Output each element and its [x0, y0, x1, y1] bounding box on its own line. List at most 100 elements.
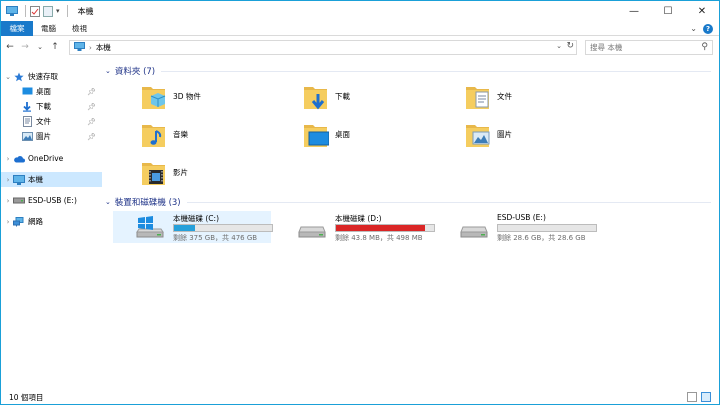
windows-drive-icon — [135, 215, 165, 239]
drive-free-space: 剩餘 28.6 GB，共 28.6 GB — [497, 233, 586, 242]
address-dropdown-icon[interactable]: ⌄ — [556, 42, 562, 50]
search-input[interactable]: 搜尋 本機 ⚲ — [585, 40, 713, 55]
pictures-icon — [21, 131, 33, 143]
folder-name: 3D 物件 — [173, 91, 201, 101]
recent-locations-button[interactable]: ⌄ — [34, 40, 46, 54]
refresh-icon[interactable]: ↻ — [566, 41, 574, 51]
drive-free-space: 剩餘 43.8 MB，共 498 MB — [335, 233, 423, 242]
ribbon-expand-icon[interactable]: ⌄ — [690, 24, 697, 33]
address-row: ← → ⌄ ↑ › 本機 ⌄ ↻ 搜尋 本機 ⚲ — [1, 37, 719, 57]
drive-name: 本機磁碟 (C:) — [173, 213, 219, 223]
music-icon — [141, 120, 167, 148]
folder-3d-objects[interactable]: 3D 物件 — [105, 79, 255, 113]
search-placeholder: 搜尋 本機 — [590, 43, 623, 52]
tab-computer[interactable]: 電腦 — [33, 21, 64, 36]
collapse-icon[interactable]: ⌄ — [105, 67, 111, 75]
network-icon — [13, 216, 25, 228]
customize-toolbar-icon[interactable]: ▾ — [56, 7, 60, 15]
toolbar-divider — [25, 5, 26, 17]
drive-d[interactable]: 本機磁碟 (D:) 剩餘 43.8 MB，共 498 MB — [275, 211, 435, 243]
folder-name: 文件 — [497, 91, 512, 101]
expand-icon[interactable]: ⌄ — [3, 73, 13, 81]
up-button[interactable]: ↑ — [49, 40, 61, 54]
properties-icon[interactable] — [30, 5, 40, 17]
expand-icon[interactable]: › — [3, 155, 13, 163]
usb-drive-icon — [13, 195, 25, 207]
drive-e[interactable]: ESD-USB (E:) 剩餘 28.6 GB，共 28.6 GB — [437, 211, 597, 243]
folder-music[interactable]: 音樂 — [105, 117, 255, 151]
expand-icon[interactable]: › — [3, 197, 13, 205]
collapse-icon[interactable]: ⌄ — [105, 198, 111, 206]
sidebar-item-usb[interactable]: › ESD-USB (E:) — [1, 193, 102, 208]
navigation-pane: ⌄ 快速存取 桌面 📌︎ 下載 📌︎ 文件 📌︎ 圖片 📌︎ › OneDriv… — [1, 61, 103, 386]
minimize-button[interactable]: — — [617, 1, 651, 21]
sidebar-item-network[interactable]: › 網路 — [1, 214, 102, 229]
sidebar-item-this-pc[interactable]: › 本機 — [1, 172, 102, 187]
folder-name: 下載 — [335, 91, 350, 101]
documents-icon — [465, 82, 491, 110]
drive-name: 本機磁碟 (D:) — [335, 213, 382, 223]
folder-name: 圖片 — [497, 129, 512, 139]
explorer-window: ▾ 本機 — ☐ ✕ 檔案 電腦 檢視 ⌄ ? ← → ⌄ ↑ › 本機 ⌄ ↻… — [0, 0, 720, 405]
folder-documents[interactable]: 文件 — [429, 79, 579, 113]
documents-icon — [21, 116, 33, 128]
tab-view[interactable]: 檢視 — [64, 21, 95, 36]
sidebar-item-pictures[interactable]: 圖片 📌︎ — [1, 129, 102, 144]
large-icons-view-button[interactable] — [701, 392, 711, 402]
folder-desktop[interactable]: 桌面 — [267, 117, 417, 151]
sidebar-item-label: 桌面 — [36, 87, 51, 96]
drives-group-title: 裝置和磁碟機 (3) — [114, 198, 181, 208]
new-folder-icon[interactable] — [43, 5, 53, 17]
3d-objects-icon — [141, 82, 167, 110]
title-bar: ▾ 本機 — ☐ ✕ — [1, 1, 719, 21]
breadcrumb-chevron[interactable]: › — [89, 44, 92, 52]
maximize-button[interactable]: ☐ — [651, 1, 685, 21]
sidebar-item-downloads[interactable]: 下載 📌︎ — [1, 99, 102, 114]
folders-group-header[interactable]: ⌄ 資料夾 (7) — [105, 65, 711, 77]
content-pane: ⌄ 資料夾 (7) 3D 物件 下載 文件 音樂 桌面 圖片 影片 ⌄ 裝置和磁… — [105, 61, 719, 386]
details-view-button[interactable] — [687, 392, 697, 402]
folder-downloads[interactable]: 下載 — [267, 79, 417, 113]
back-button[interactable]: ← — [4, 40, 16, 54]
drive-usage-bar — [335, 223, 435, 232]
sidebar-item-label: OneDrive — [28, 154, 64, 163]
close-button[interactable]: ✕ — [685, 1, 719, 21]
breadcrumb-this-pc[interactable]: 本機 — [96, 42, 111, 53]
sidebar-item-documents[interactable]: 文件 📌︎ — [1, 114, 102, 129]
quick-access-toolbar: ▾ — [1, 1, 72, 21]
ribbon-tabs: 檔案 電腦 檢視 ⌄ ? — [1, 20, 719, 36]
sidebar-item-quick-access[interactable]: ⌄ 快速存取 — [1, 69, 102, 84]
folder-pictures[interactable]: 圖片 — [429, 117, 579, 151]
drives-group-header[interactable]: ⌄ 裝置和磁碟機 (3) — [105, 196, 711, 208]
folders-group-title: 資料夾 (7) — [114, 67, 156, 77]
folder-name: 音樂 — [173, 129, 188, 139]
pin-icon[interactable]: 📌︎ — [87, 88, 96, 96]
pin-icon[interactable]: 📌︎ — [87, 118, 96, 126]
onedrive-cloud-icon — [13, 153, 25, 165]
expand-icon[interactable]: › — [3, 218, 13, 226]
pin-icon[interactable]: 📌︎ — [87, 133, 96, 141]
pin-icon[interactable]: 📌︎ — [87, 103, 96, 111]
forward-button[interactable]: → — [19, 40, 31, 54]
drive-usage-fill — [174, 224, 195, 231]
folder-videos[interactable]: 影片 — [105, 155, 255, 189]
expand-icon[interactable]: › — [3, 176, 13, 184]
search-icon: ⚲ — [701, 42, 708, 52]
sidebar-item-desktop[interactable]: 桌面 📌︎ — [1, 84, 102, 99]
drive-free-space: 剩餘 375 GB，共 476 GB — [173, 233, 258, 242]
group-divider — [186, 201, 711, 203]
videos-icon — [141, 158, 167, 186]
drive-usage-fill — [336, 224, 426, 231]
sidebar-item-label: 圖片 — [36, 132, 51, 141]
help-icon[interactable]: ? — [703, 23, 713, 34]
address-bar[interactable]: › 本機 ⌄ ↻ — [69, 40, 577, 55]
pictures-icon — [465, 120, 491, 148]
sidebar-item-label: 快速存取 — [28, 72, 58, 81]
sidebar-item-onedrive[interactable]: › OneDrive — [1, 151, 102, 166]
drive-usage-bar — [497, 223, 597, 232]
drive-c[interactable]: 本機磁碟 (C:) 剩餘 375 GB，共 476 GB — [113, 211, 273, 243]
downloads-icon — [21, 101, 33, 113]
downloads-icon — [303, 82, 329, 110]
desktop-icon — [303, 120, 330, 148]
tab-file[interactable]: 檔案 — [1, 20, 33, 36]
